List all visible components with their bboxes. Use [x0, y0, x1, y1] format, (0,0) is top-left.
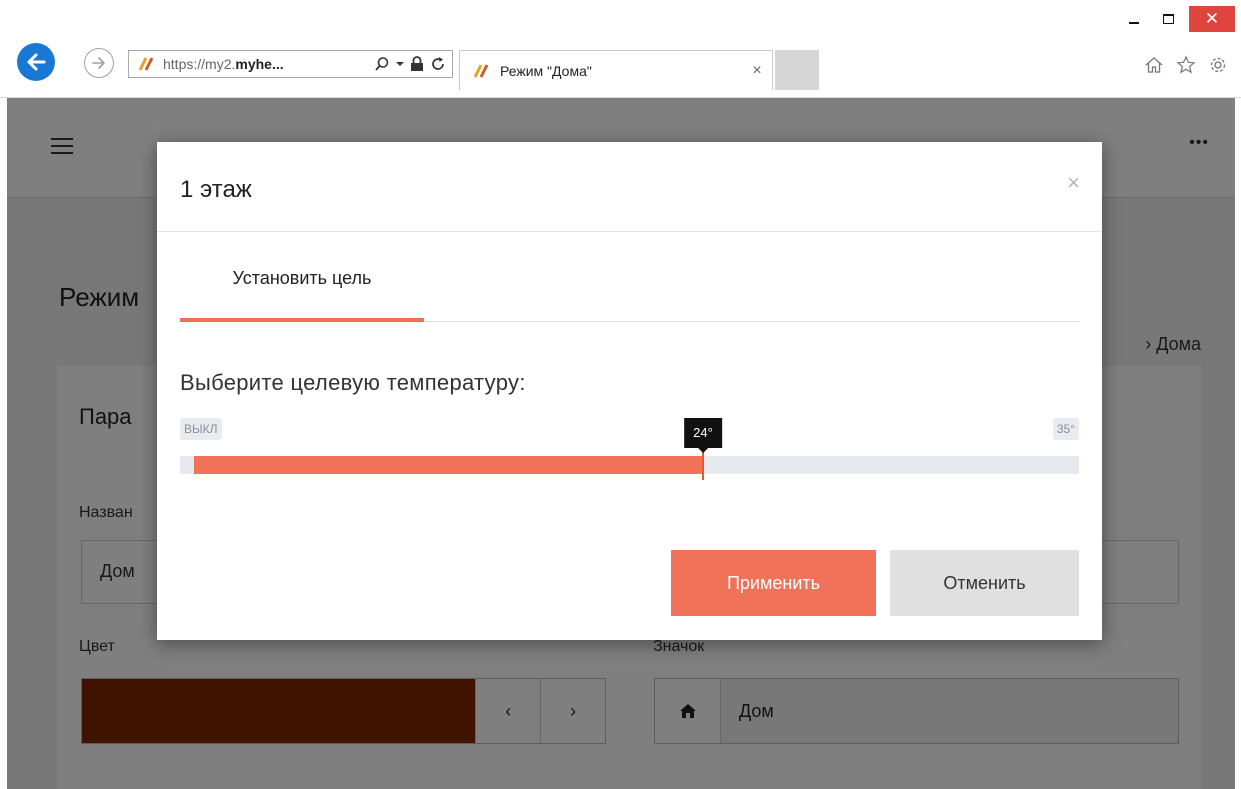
tab-favicon-icon — [473, 63, 489, 78]
tab-close-button[interactable]: × — [742, 62, 772, 80]
slider-max-label: 35° — [1052, 418, 1079, 440]
tab-set-target[interactable]: Установить цель — [180, 232, 424, 322]
slider-handle[interactable] — [702, 452, 704, 480]
slider-value-label: 24° — [684, 418, 722, 453]
dropdown-chevron-icon[interactable] — [396, 60, 404, 68]
new-tab-button[interactable] — [775, 50, 819, 90]
arrow-right-icon — [92, 57, 105, 69]
maximize-button[interactable] — [1151, 6, 1185, 32]
settings-button[interactable] — [1207, 54, 1229, 76]
modal-header: 1 этаж × — [157, 142, 1102, 232]
favorites-button[interactable] — [1175, 54, 1197, 76]
slider-min-label: ВЫКЛ — [180, 418, 222, 440]
arrow-left-icon — [27, 53, 46, 71]
modal-tabs: Установить цель — [180, 232, 1079, 322]
cancel-button[interactable]: Отменить — [890, 550, 1079, 616]
search-icon[interactable] — [374, 56, 390, 72]
temperature-prompt: Выберите целевую температуру: — [180, 370, 526, 395]
address-tools — [374, 56, 452, 72]
address-bar[interactable]: https://my2.myhe... — [128, 50, 453, 78]
apply-button[interactable]: Применить — [671, 550, 876, 616]
lock-icon[interactable] — [410, 56, 424, 72]
minimize-button[interactable] — [1117, 6, 1151, 32]
modal-close-button[interactable]: × — [1067, 170, 1080, 196]
slider-fill — [194, 456, 703, 474]
window-close-button[interactable]: ✕ — [1189, 6, 1235, 32]
browser-toolbar-icons — [1143, 54, 1229, 76]
back-button[interactable] — [17, 43, 55, 81]
url-text: https://my2.myhe... — [163, 56, 284, 72]
window-controls: ✕ — [1117, 6, 1235, 32]
temperature-slider[interactable]: ВЫКЛ 35° 24° — [180, 418, 1079, 498]
home-button[interactable] — [1143, 54, 1165, 76]
browser-chrome: ✕ https://my2.myhe... Режим "Дома" × — [0, 0, 1241, 98]
browser-tab[interactable]: Режим "Дома" × — [459, 50, 773, 90]
site-favicon-icon — [138, 57, 154, 71]
gear-icon — [1210, 57, 1226, 73]
modal-title: 1 этаж — [180, 176, 252, 203]
star-icon — [1176, 55, 1196, 74]
refresh-icon[interactable] — [430, 56, 446, 72]
tab-title: Режим "Дома" — [500, 62, 592, 79]
home-outline-icon — [1145, 57, 1163, 73]
target-temperature-dialog: 1 этаж × Установить цель Выберите целеву… — [157, 142, 1102, 640]
forward-button[interactable] — [84, 48, 114, 78]
